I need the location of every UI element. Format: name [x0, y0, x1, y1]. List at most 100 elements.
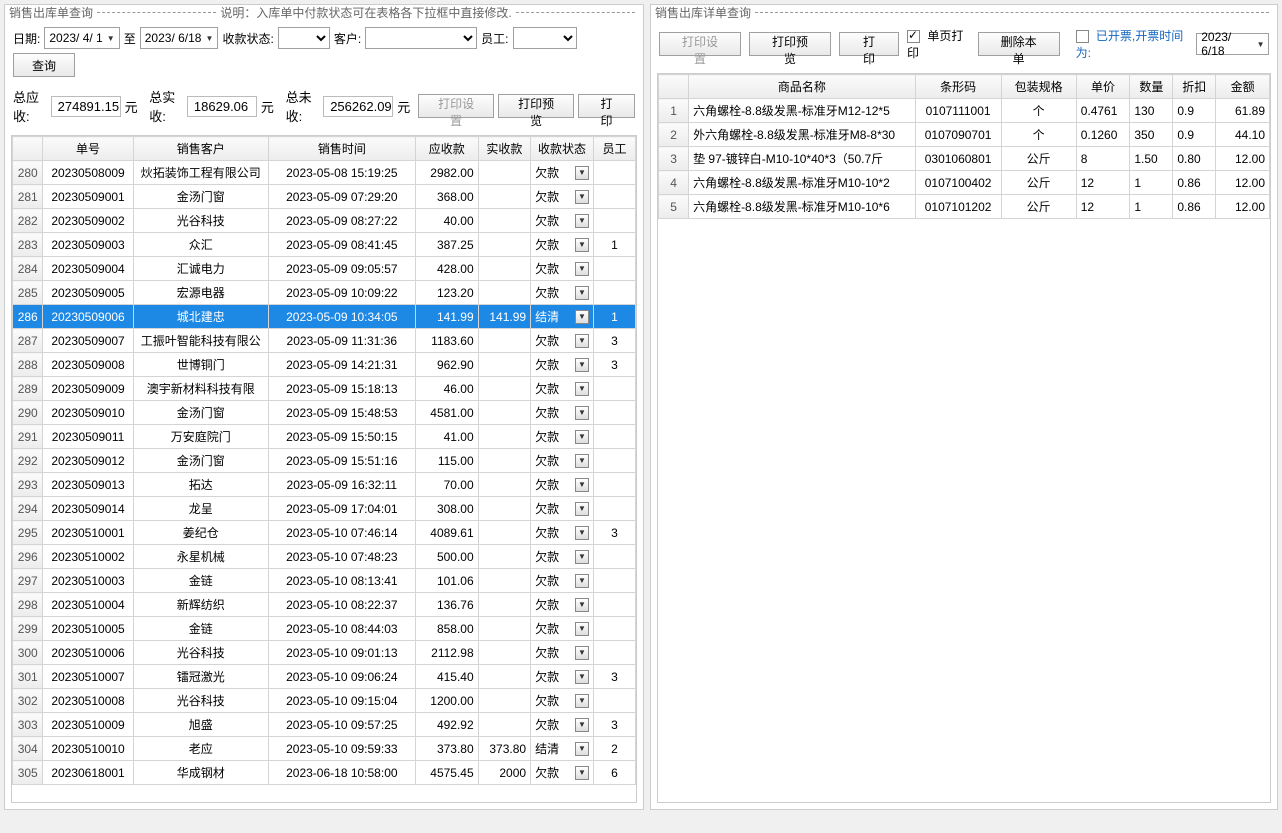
- chevron-down-icon[interactable]: ▼: [575, 478, 589, 492]
- table-row[interactable]: 29120230509011万安庭院门2023-05-09 15:50:1541…: [13, 425, 636, 449]
- table-row[interactable]: 30020230510006光谷科技2023-05-10 09:01:13211…: [13, 641, 636, 665]
- table-row[interactable]: 28520230509005宏源电器2023-05-09 10:09:22123…: [13, 281, 636, 305]
- detail-print-setting-button[interactable]: 打印设置: [659, 32, 741, 56]
- chevron-down-icon[interactable]: ▼: [575, 190, 589, 204]
- status-cell[interactable]: 欠款▼: [531, 497, 594, 521]
- table-row[interactable]: 29420230509014龙呈2023-05-09 17:04:01308.0…: [13, 497, 636, 521]
- status-cell[interactable]: 欠款▼: [531, 353, 594, 377]
- table-row[interactable]: 28820230509008世博铜门2023-05-09 14:21:31962…: [13, 353, 636, 377]
- chevron-down-icon[interactable]: ▼: [575, 742, 589, 756]
- status-cell[interactable]: 欠款▼: [531, 401, 594, 425]
- status-cell[interactable]: 欠款▼: [531, 593, 594, 617]
- column-header[interactable]: 条形码: [915, 75, 1001, 99]
- chevron-down-icon[interactable]: ▼: [575, 550, 589, 564]
- delete-order-button[interactable]: 删除本单: [978, 32, 1060, 56]
- detail-print-preview-button[interactable]: 打印预览: [749, 32, 831, 56]
- detail-table[interactable]: 商品名称条形码包装规格单价数量折扣金额 1六角螺栓-8.8级发黑-标准牙M12-…: [658, 74, 1270, 219]
- table-row[interactable]: 29720230510003金链2023-05-10 08:13:41101.0…: [13, 569, 636, 593]
- table-row[interactable]: 4六角螺栓-8.8级发黑-标准牙M10-10*20107100402公斤1210…: [659, 171, 1270, 195]
- column-header[interactable]: 销售时间: [268, 137, 415, 161]
- customer-select[interactable]: [365, 27, 477, 49]
- table-row[interactable]: 28120230509001金汤门窗2023-05-09 07:29:20368…: [13, 185, 636, 209]
- column-header[interactable]: 应收款: [415, 137, 478, 161]
- column-header[interactable]: 包装规格: [1001, 75, 1076, 99]
- chevron-down-icon[interactable]: ▼: [575, 382, 589, 396]
- print-setting-button[interactable]: 打印设置: [418, 94, 494, 118]
- table-row[interactable]: 28620230509006城北建忠2023-05-09 10:34:05141…: [13, 305, 636, 329]
- horizontal-scrollbar[interactable]: [12, 785, 636, 802]
- table-row[interactable]: 3垫 97-镀锌白-M10-10*40*3（50.7斤0301060801公斤8…: [659, 147, 1270, 171]
- status-cell[interactable]: 欠款▼: [531, 329, 594, 353]
- table-row[interactable]: 29520230510001姜纪仓2023-05-10 07:46:144089…: [13, 521, 636, 545]
- chevron-down-icon[interactable]: ▼: [575, 670, 589, 684]
- table-row[interactable]: 28920230509009澳宇新材料科技有限2023-05-09 15:18:…: [13, 377, 636, 401]
- table-row[interactable]: 29020230509010金汤门窗2023-05-09 15:48:53458…: [13, 401, 636, 425]
- chevron-down-icon[interactable]: ▼: [575, 622, 589, 636]
- detail-print-button[interactable]: 打印: [839, 32, 899, 56]
- status-cell[interactable]: 欠款▼: [531, 545, 594, 569]
- status-cell[interactable]: 欠款▼: [531, 473, 594, 497]
- chevron-down-icon[interactable]: ▼: [575, 694, 589, 708]
- table-row[interactable]: 28220230509002光谷科技2023-05-09 08:27:2240.…: [13, 209, 636, 233]
- status-cell[interactable]: 欠款▼: [531, 425, 594, 449]
- invoice-date-picker[interactable]: 2023/ 6/18 ▼: [1196, 33, 1269, 55]
- status-cell[interactable]: 欠款▼: [531, 689, 594, 713]
- status-cell[interactable]: 欠款▼: [531, 257, 594, 281]
- table-row[interactable]: 30320230510009旭盛2023-05-10 09:57:25492.9…: [13, 713, 636, 737]
- chevron-down-icon[interactable]: ▼: [575, 166, 589, 180]
- table-row[interactable]: 29320230509013拓达2023-05-09 16:32:1170.00…: [13, 473, 636, 497]
- horizontal-scrollbar[interactable]: [658, 785, 1270, 802]
- chevron-down-icon[interactable]: ▼: [575, 286, 589, 300]
- column-header[interactable]: 折扣: [1173, 75, 1216, 99]
- chevron-down-icon[interactable]: ▼: [575, 598, 589, 612]
- status-cell[interactable]: 欠款▼: [531, 449, 594, 473]
- print-button[interactable]: 打印: [578, 94, 635, 118]
- table-row[interactable]: 29220230509012金汤门窗2023-05-09 15:51:16115…: [13, 449, 636, 473]
- table-row[interactable]: 28020230508009炏拓装饰工程有限公司2023-05-08 15:19…: [13, 161, 636, 185]
- status-cell[interactable]: 欠款▼: [531, 281, 594, 305]
- chevron-down-icon[interactable]: ▼: [575, 526, 589, 540]
- status-cell[interactable]: 欠款▼: [531, 377, 594, 401]
- status-select[interactable]: [278, 27, 330, 49]
- column-header[interactable]: 金额: [1216, 75, 1270, 99]
- chevron-down-icon[interactable]: ▼: [575, 310, 589, 324]
- orders-table[interactable]: 单号销售客户销售时间应收款实收款收款状态员工 28020230508009炏拓装…: [12, 136, 636, 785]
- table-row[interactable]: 30520230618001华成钢材2023-06-18 10:58:00457…: [13, 761, 636, 785]
- chevron-down-icon[interactable]: ▼: [575, 766, 589, 780]
- column-header[interactable]: 销售客户: [133, 137, 268, 161]
- table-row[interactable]: 28720230509007工振叶智能科技有限公2023-05-09 11:31…: [13, 329, 636, 353]
- status-cell[interactable]: 结清▼: [531, 305, 594, 329]
- status-cell[interactable]: 欠款▼: [531, 569, 594, 593]
- table-row[interactable]: 28420230509004汇诚电力2023-05-09 09:05:57428…: [13, 257, 636, 281]
- chevron-down-icon[interactable]: ▼: [575, 430, 589, 444]
- column-header[interactable]: 单价: [1076, 75, 1130, 99]
- query-button[interactable]: 查询: [13, 53, 75, 77]
- chevron-down-icon[interactable]: ▼: [575, 718, 589, 732]
- table-row[interactable]: 28320230509003众汇2023-05-09 08:41:45387.2…: [13, 233, 636, 257]
- chevron-down-icon[interactable]: ▼: [575, 406, 589, 420]
- column-header[interactable]: 员工: [594, 137, 636, 161]
- status-cell[interactable]: 欠款▼: [531, 761, 594, 785]
- status-cell[interactable]: 结清▼: [531, 737, 594, 761]
- status-cell[interactable]: 欠款▼: [531, 233, 594, 257]
- chevron-down-icon[interactable]: ▼: [575, 358, 589, 372]
- table-row[interactable]: 2外六角螺栓-8.8级发黑-标准牙M8-8*300107090701个0.126…: [659, 123, 1270, 147]
- chevron-down-icon[interactable]: ▼: [575, 574, 589, 588]
- table-row[interactable]: 30220230510008光谷科技2023-05-10 09:15:04120…: [13, 689, 636, 713]
- single-page-checkbox[interactable]: 单页打印: [907, 27, 970, 61]
- chevron-down-icon[interactable]: ▼: [575, 454, 589, 468]
- table-row[interactable]: 30420230510010老应2023-05-10 09:59:33373.8…: [13, 737, 636, 761]
- column-header[interactable]: 实收款: [478, 137, 530, 161]
- table-row[interactable]: 1六角螺栓-8.8级发黑-标准牙M12-12*50107111001个0.476…: [659, 99, 1270, 123]
- column-header[interactable]: 收款状态: [531, 137, 594, 161]
- chevron-down-icon[interactable]: ▼: [575, 502, 589, 516]
- chevron-down-icon[interactable]: ▼: [575, 334, 589, 348]
- print-preview-button[interactable]: 打印预览: [498, 94, 574, 118]
- status-cell[interactable]: 欠款▼: [531, 521, 594, 545]
- table-row[interactable]: 29620230510002永星机械2023-05-10 07:48:23500…: [13, 545, 636, 569]
- chevron-down-icon[interactable]: ▼: [575, 646, 589, 660]
- chevron-down-icon[interactable]: ▼: [575, 214, 589, 228]
- column-header[interactable]: 商品名称: [689, 75, 916, 99]
- table-row[interactable]: 30120230510007镭冠激光2023-05-10 09:06:24415…: [13, 665, 636, 689]
- status-cell[interactable]: 欠款▼: [531, 617, 594, 641]
